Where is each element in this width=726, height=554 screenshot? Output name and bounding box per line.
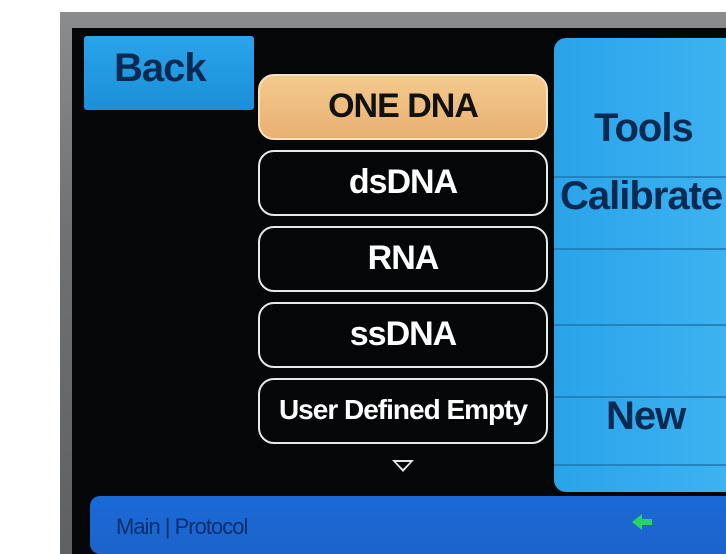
protocol-item-label: ONE DNA bbox=[328, 87, 479, 125]
back-arrow-icon[interactable] bbox=[630, 512, 654, 532]
tools-button[interactable]: Tools bbox=[594, 106, 726, 151]
protocol-item-ssdna[interactable]: ssDNA bbox=[258, 302, 548, 368]
calibrate-button-label: Calibrate bbox=[560, 174, 723, 218]
side-menu-divider bbox=[554, 248, 726, 250]
tools-button-label: Tools bbox=[594, 106, 694, 150]
status-bar: Main | Protocol bbox=[90, 496, 726, 554]
protocol-item-one-dna[interactable]: ONE DNA bbox=[258, 74, 548, 140]
side-menu: Tools Calibrate New bbox=[554, 38, 726, 492]
protocol-item-label: dsDNA bbox=[348, 163, 458, 201]
protocol-item-rna[interactable]: RNA bbox=[258, 226, 548, 292]
new-button[interactable]: New bbox=[606, 394, 726, 439]
protocol-item-user-defined-empty[interactable]: User Defined Empty bbox=[258, 378, 548, 444]
calibrate-button[interactable]: Calibrate bbox=[560, 174, 726, 219]
scroll-down-icon[interactable] bbox=[392, 460, 414, 472]
side-menu-divider bbox=[554, 464, 726, 466]
protocol-item-label: User Defined Empty bbox=[278, 394, 528, 425]
protocol-item-dsdna[interactable]: dsDNA bbox=[258, 150, 548, 216]
side-menu-divider bbox=[554, 324, 726, 326]
device-screen: Back Tools Calibrate New ONE DNA dsDNA R… bbox=[72, 28, 726, 554]
breadcrumb: Main | Protocol bbox=[116, 514, 248, 539]
protocol-item-label: ssDNA bbox=[349, 315, 457, 353]
back-button[interactable]: Back bbox=[84, 36, 254, 110]
protocol-item-label: RNA bbox=[367, 239, 440, 277]
new-button-label: New bbox=[606, 394, 686, 438]
back-button-label: Back bbox=[114, 46, 207, 90]
